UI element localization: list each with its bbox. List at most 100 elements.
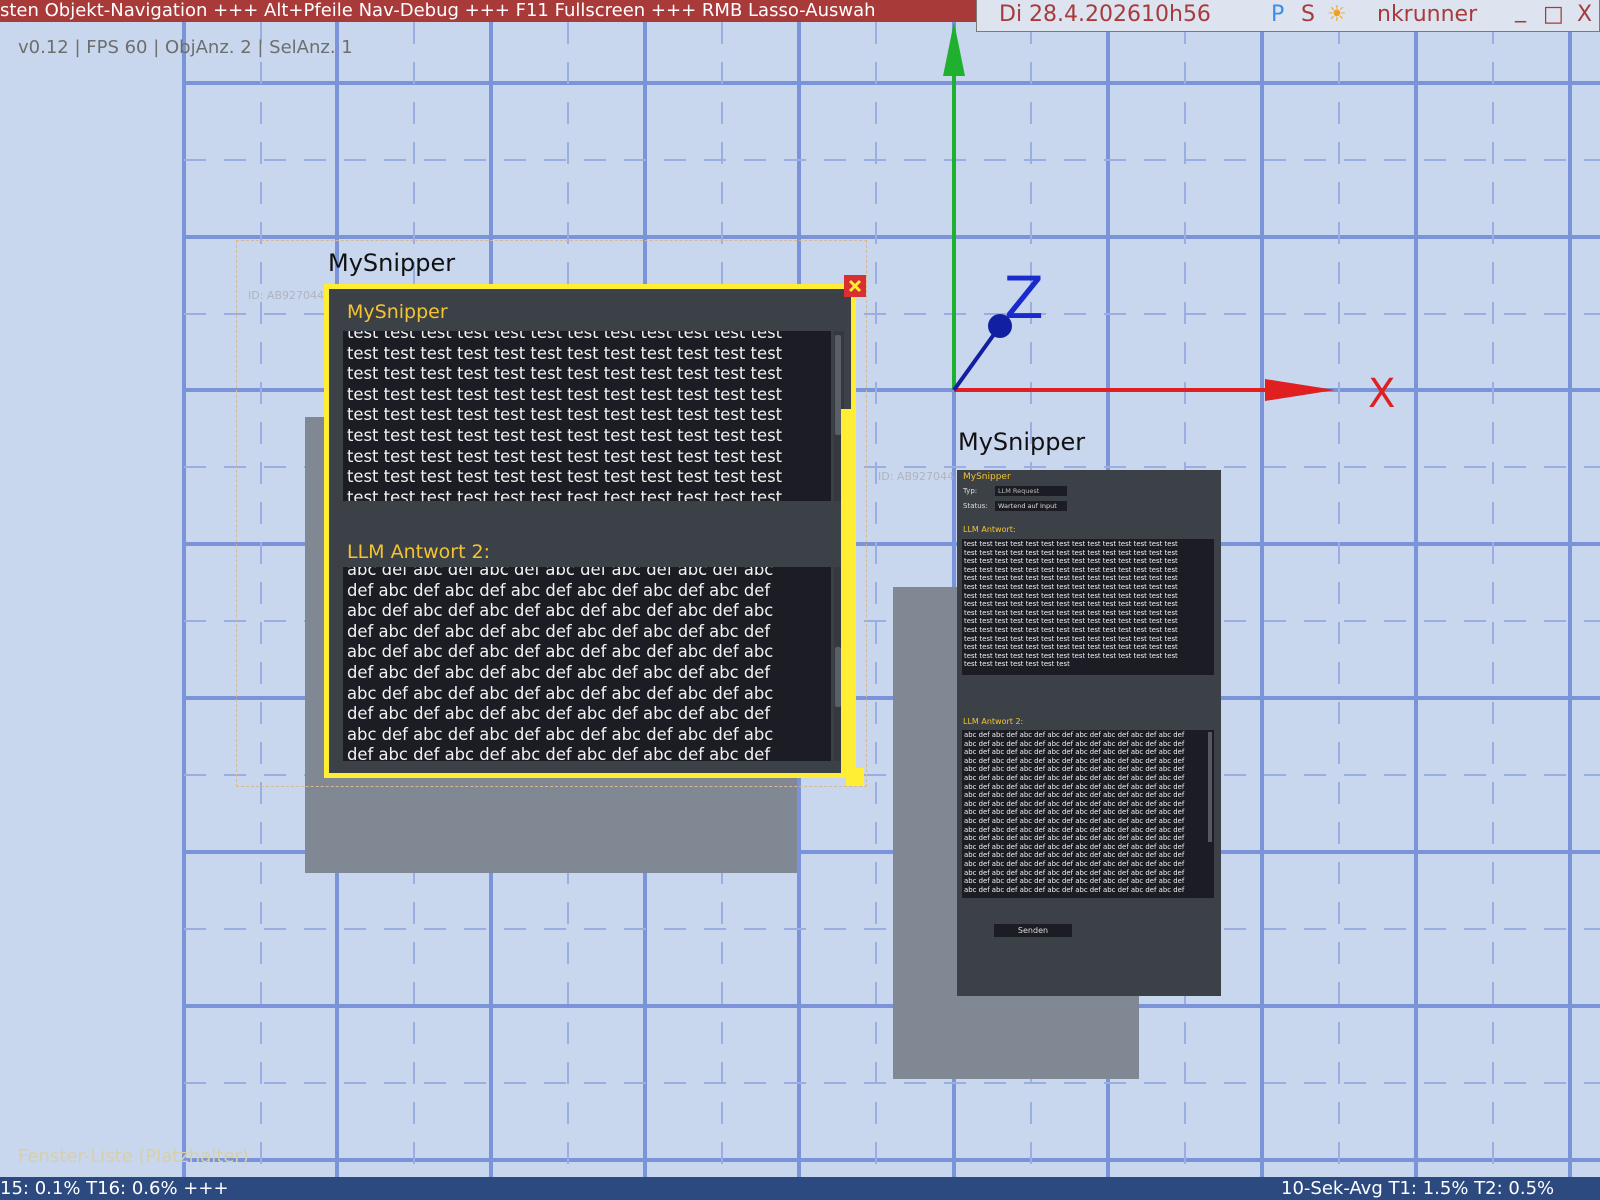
- text-row: test test test test test test test test …: [347, 467, 783, 487]
- z-axis-label: Z: [1004, 264, 1044, 332]
- text-row: abc def abc def abc def abc def abc def …: [347, 567, 774, 579]
- window2-answer-content: abc def abc def abc def abc def abc def …: [964, 731, 1212, 894]
- window2-typ-field[interactable]: LLM Request: [995, 486, 1067, 496]
- y-axis-arrow: [943, 22, 965, 76]
- text-row: test test test test test test test test …: [964, 634, 1178, 643]
- window1-answer-content: abc def abc def abc def abc def abc def …: [347, 567, 827, 761]
- text-row: abc def abc def abc def abc def abc def …: [964, 825, 1185, 834]
- window1-close-button[interactable]: [844, 275, 866, 297]
- text-row: abc def abc def abc def abc def abc def …: [964, 799, 1185, 808]
- window2-outer-title: MySnipper: [958, 428, 1086, 456]
- ticker-marquee: sten Objekt-Navigation +++ Alt+Pfeile Na…: [0, 0, 980, 22]
- window2-section1-label: LLM Antwort:: [963, 525, 1016, 534]
- text-row: test test test test test test test test …: [347, 425, 783, 445]
- window1-section2-label: LLM Antwort 2:: [347, 541, 491, 563]
- window1-text-area[interactable]: test test test test test test test test …: [343, 331, 831, 501]
- x-axis-label: X: [1368, 371, 1395, 417]
- window1-answer-area[interactable]: abc def abc def abc def abc def abc def …: [343, 567, 831, 761]
- text-row: test test test test test test test test …: [964, 625, 1178, 634]
- text-row: test test test test test test test test …: [964, 600, 1178, 609]
- text-row: abc def abc def abc def abc def abc def …: [964, 868, 1185, 877]
- text-row: test test test test test test test test …: [964, 540, 1178, 548]
- window1-resize-edge[interactable]: [841, 409, 852, 773]
- close-icon: [848, 279, 862, 293]
- text-row: test test test test test test test test …: [964, 651, 1178, 660]
- text-row: abc def abc def abc def abc def abc def …: [964, 877, 1185, 886]
- window2-text-content: test test test test test test test test …: [964, 540, 1212, 669]
- text-row: abc def abc def abc def abc def abc def …: [964, 773, 1185, 782]
- text-row: test test test test test test test test …: [347, 384, 783, 404]
- text-row: def abc def abc def abc def abc def abc …: [347, 704, 771, 724]
- window1-inner-title: MySnipper: [347, 301, 448, 323]
- text-row: test test test test test test test test …: [347, 405, 783, 425]
- indicator-s[interactable]: S: [1301, 0, 1315, 30]
- text-row: test test test test test test test test …: [347, 331, 783, 342]
- bottom-left-stats: 15: 0.1% T16: 0.6% +++: [0, 1178, 229, 1199]
- text-row: test test test test test test test test …: [964, 574, 1178, 583]
- text-row: abc def abc def abc def abc def abc def …: [964, 816, 1185, 825]
- text-row: abc def abc def abc def abc def abc def …: [964, 834, 1185, 843]
- bottom-right-stats: 10-Sek-Avg T1: 1.5% T2: 0.5%: [1281, 1178, 1555, 1199]
- text-row: test test test test test test test test …: [347, 343, 783, 363]
- time-text: 10h56: [1141, 2, 1211, 27]
- text-row: test test test test test test test test …: [964, 608, 1178, 617]
- text-row: test test test test test test test test …: [964, 617, 1178, 626]
- text-row: abc def abc def abc def abc def abc def …: [347, 642, 774, 662]
- text-row: abc def abc def abc def abc def abc def …: [347, 724, 774, 744]
- window2-panel[interactable]: MySnipper Typ: LLM Request Status: Warte…: [957, 470, 1221, 996]
- stats-overlay: v0.12 | FPS 60 | ObjAnz. 2 | SelAnz. 1: [18, 37, 353, 58]
- top-status-box: Di 28.4.2026 10h56 P S ☀ nkrunner _ □ X: [976, 0, 1600, 32]
- text-row: test test test test test test test test …: [347, 364, 783, 384]
- text-row: abc def abc def abc def abc def abc def …: [964, 842, 1185, 851]
- text-row: abc def abc def abc def abc def abc def …: [964, 739, 1185, 748]
- text-row: abc def abc def abc def abc def abc def …: [347, 683, 774, 703]
- window1-id-label: ID: AB927044: [248, 289, 324, 302]
- window1-outer-title: MySnipper: [328, 249, 456, 277]
- window2-status-field[interactable]: Wartend auf Input: [995, 501, 1067, 511]
- text-row: def abc def abc def abc def abc def abc …: [347, 621, 771, 641]
- bottom-status-bar: 15: 0.1% T16: 0.6% +++ 10-Sek-Avg T1: 1.…: [0, 1177, 1600, 1200]
- indicator-p[interactable]: P: [1271, 0, 1284, 30]
- text-row: test test test test test test test test …: [964, 591, 1178, 600]
- text-row: def abc def abc def abc def abc def abc …: [347, 580, 771, 600]
- text-row: abc def abc def abc def abc def abc def …: [964, 756, 1185, 765]
- text-row: test test test test test test test test …: [964, 557, 1178, 566]
- window2-text-area[interactable]: test test test test test test test test …: [962, 539, 1214, 675]
- text-row: test test test test test test test test …: [964, 565, 1178, 574]
- window1-frame[interactable]: MySnipper test test test test test test …: [324, 284, 856, 778]
- text-row: abc def abc def abc def abc def abc def …: [964, 731, 1185, 739]
- user-name: nkrunner: [1377, 2, 1478, 27]
- text-row: test test test test test test test test …: [964, 582, 1178, 591]
- close-app-button[interactable]: X: [1577, 0, 1592, 30]
- send-button[interactable]: Senden: [994, 924, 1072, 937]
- text-row: def abc def abc def abc def abc def abc …: [347, 745, 771, 761]
- text-row: test test test test test test test test …: [964, 548, 1178, 557]
- window2-inner-title: MySnipper: [963, 472, 1011, 482]
- text-row: abc def abc def abc def abc def abc def …: [964, 859, 1185, 868]
- sun-icon[interactable]: ☀: [1327, 0, 1347, 30]
- text-row: test test test test test test test test …: [347, 446, 783, 466]
- text-row: test test test test test test test test …: [347, 487, 783, 501]
- text-row: abc def abc def abc def abc def abc def …: [964, 885, 1185, 894]
- text-row: test test test test test test test: [964, 660, 1070, 669]
- text-row: abc def abc def abc def abc def abc def …: [964, 782, 1185, 791]
- text-row: abc def abc def abc def abc def abc def …: [964, 851, 1185, 860]
- text-row: abc def abc def abc def abc def abc def …: [964, 791, 1185, 800]
- window2-id-label: ID: AB927044: [878, 470, 954, 483]
- maximize-button[interactable]: □: [1543, 0, 1564, 30]
- text-row: abc def abc def abc def abc def abc def …: [964, 808, 1185, 817]
- minimize-button[interactable]: _: [1515, 0, 1526, 26]
- window2-typ-label: Typ:: [963, 487, 978, 495]
- window2-answer-scrollbar[interactable]: [1208, 732, 1212, 842]
- text-row: abc def abc def abc def abc def abc def …: [964, 748, 1185, 757]
- text-row: def abc def abc def abc def abc def abc …: [347, 662, 771, 682]
- window1-resize-handle[interactable]: [846, 768, 864, 786]
- window2-section2-label: LLM Antwort 2:: [963, 717, 1024, 726]
- text-row: test test test test test test test test …: [964, 643, 1178, 652]
- x-axis-arrow: [1265, 379, 1335, 401]
- window-list-placeholder: Fenster-Liste (Platzhalter): [18, 1146, 249, 1167]
- date-text: Di 28.4.2026: [999, 2, 1142, 27]
- text-row: abc def abc def abc def abc def abc def …: [964, 765, 1185, 774]
- window2-status-label: Status:: [963, 502, 988, 510]
- window2-answer-area[interactable]: abc def abc def abc def abc def abc def …: [962, 730, 1214, 898]
